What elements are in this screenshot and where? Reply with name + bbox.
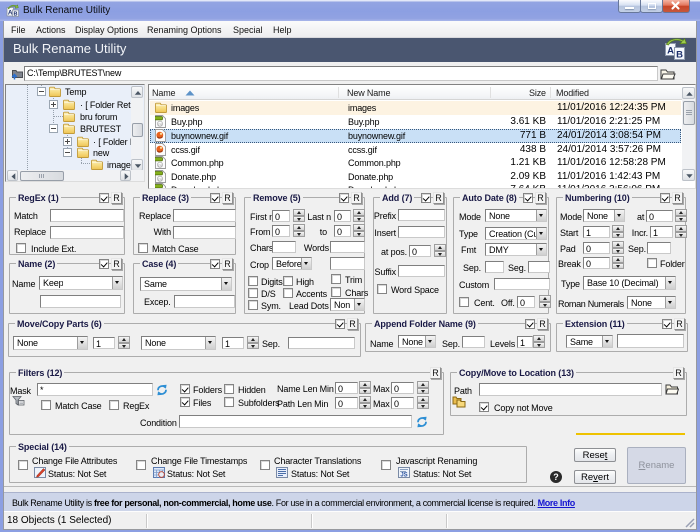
svg-text:B: B	[676, 50, 683, 61]
svg-text:A: A	[8, 10, 13, 17]
svg-text:B: B	[14, 12, 18, 18]
svg-text:A: A	[667, 46, 674, 57]
svg-text:JS: JS	[400, 473, 407, 479]
